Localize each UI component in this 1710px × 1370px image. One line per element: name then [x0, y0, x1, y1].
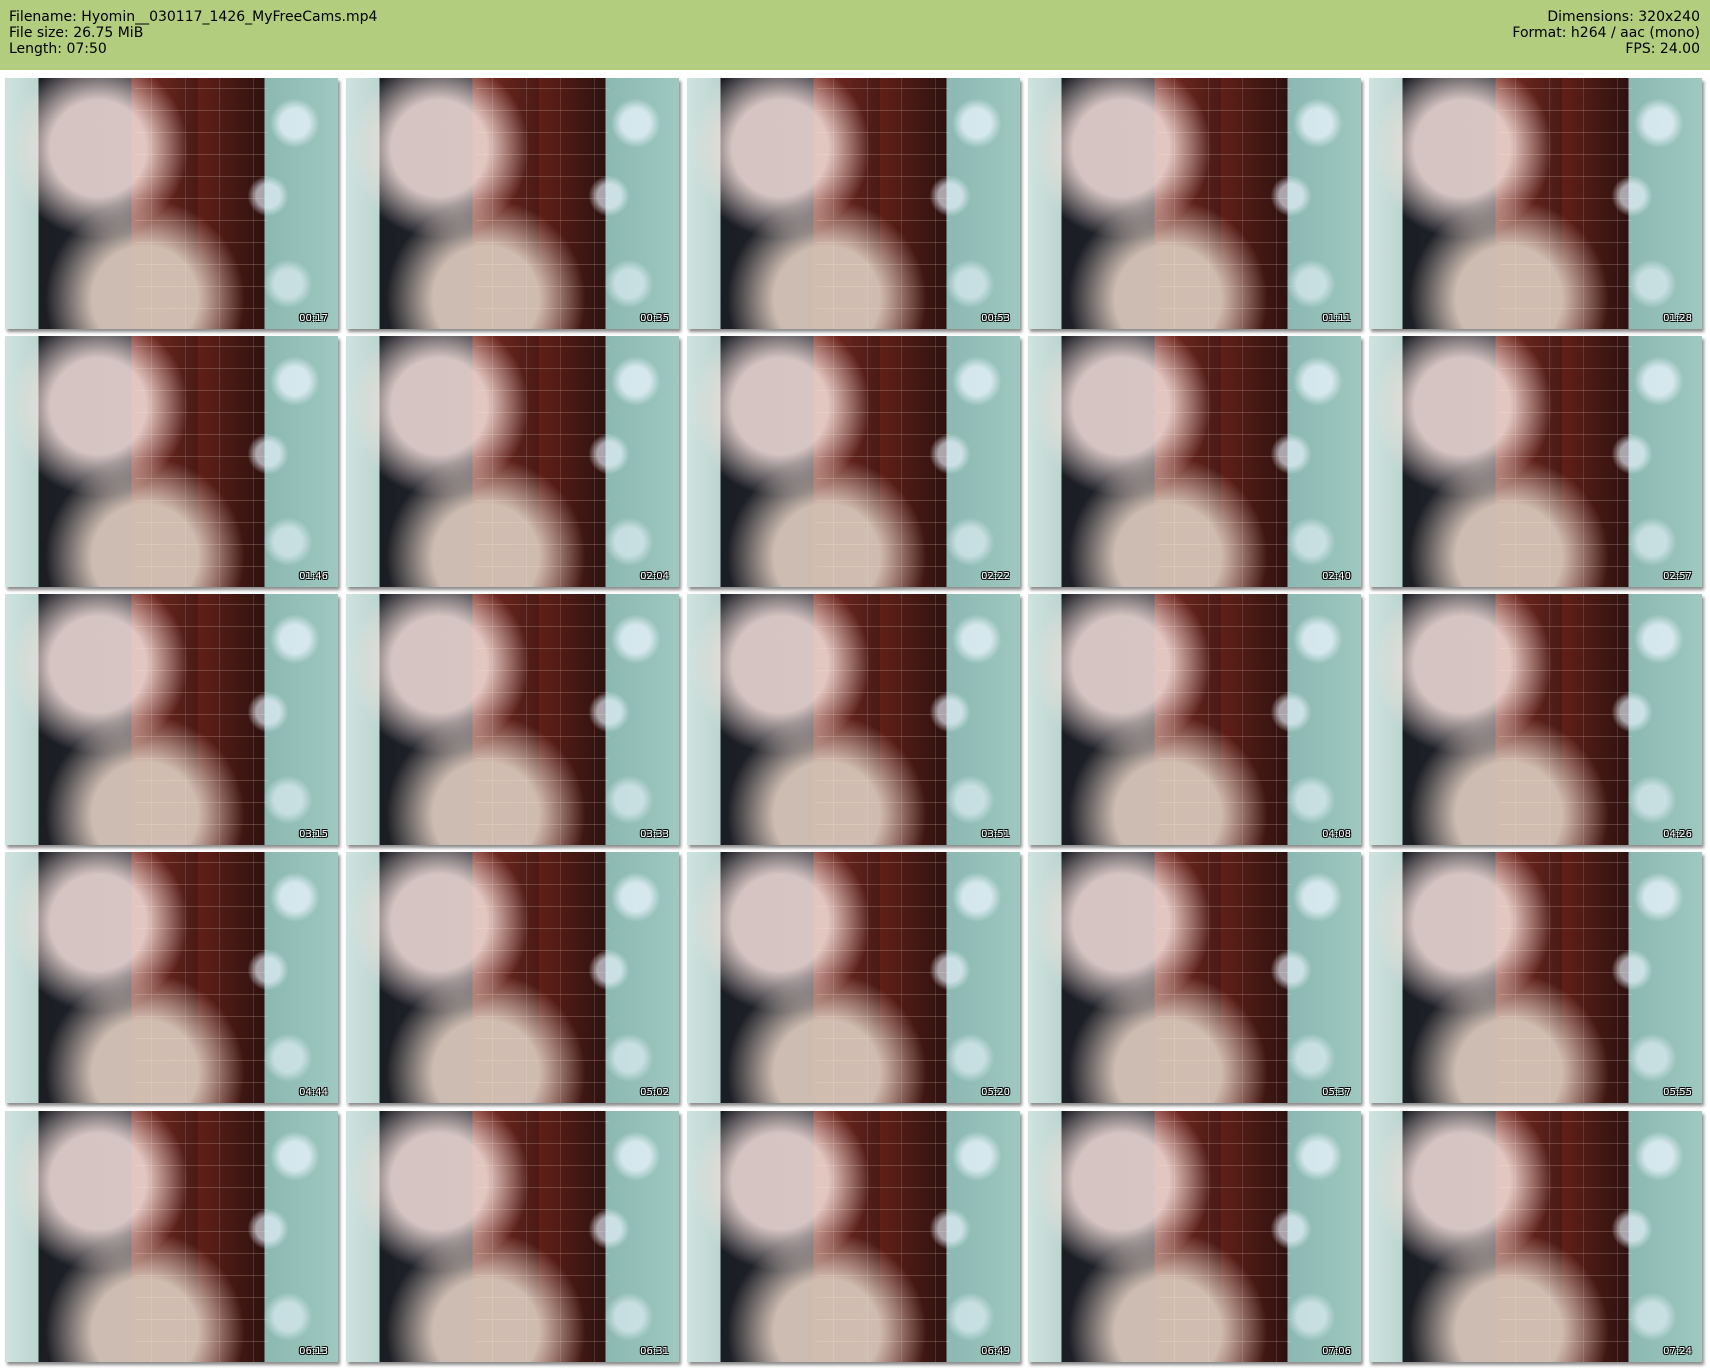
fps-label: FPS: 24.00	[1625, 41, 1700, 57]
file-info-left: Filename: Hyomin__030117_1426_MyFreeCams…	[9, 9, 377, 57]
thumbnail-timestamp: 00:35	[640, 313, 669, 324]
thumbnail-timestamp: 06:13	[299, 1346, 328, 1357]
video-thumbnail: 05:55	[1369, 852, 1702, 1103]
thumbnail-image	[687, 594, 1020, 845]
video-thumbnail: 01:11	[1028, 78, 1361, 329]
thumbnail-timestamp: 01:46	[299, 571, 328, 582]
thumbnail-image	[346, 594, 679, 845]
thumbnail-timestamp: 02:04	[640, 571, 669, 582]
thumbnail-timestamp: 06:31	[640, 1346, 669, 1357]
thumbnail-timestamp: 00:17	[299, 313, 328, 324]
video-thumbnail: 06:13	[5, 1111, 338, 1362]
thumbnail-image	[687, 852, 1020, 1103]
thumbnail-timestamp: 01:28	[1663, 313, 1692, 324]
video-thumbnail: 02:04	[346, 336, 679, 587]
file-info-right: Dimensions: 320x240 Format: h264 / aac (…	[1512, 9, 1700, 57]
length-label: Length: 07:50	[9, 41, 107, 57]
video-thumbnail: 02:40	[1028, 336, 1361, 587]
video-thumbnail: 07:06	[1028, 1111, 1361, 1362]
video-thumbnail: 05:37	[1028, 852, 1361, 1103]
thumbnail-timestamp: 07:06	[1322, 1346, 1351, 1357]
dimensions-label: Dimensions: 320x240	[1547, 9, 1700, 25]
thumbnail-timestamp: 04:08	[1322, 829, 1351, 840]
thumbnail-image	[1028, 78, 1361, 329]
thumbnail-image	[687, 78, 1020, 329]
thumbnail-timestamp: 05:20	[981, 1087, 1010, 1098]
thumbnail-image	[346, 336, 679, 587]
thumbnail-image	[5, 1111, 338, 1362]
thumbnail-timestamp: 04:26	[1663, 829, 1692, 840]
filename-label: Filename: Hyomin__030117_1426_MyFreeCams…	[9, 9, 378, 25]
video-thumbnail: 03:33	[346, 594, 679, 845]
thumbnail-image	[346, 78, 679, 329]
thumbnail-timestamp: 01:11	[1322, 313, 1351, 324]
thumbnail-image	[5, 78, 338, 329]
thumbnail-timestamp: 03:51	[981, 829, 1010, 840]
video-thumbnail: 01:46	[5, 336, 338, 587]
thumbnail-timestamp: 06:49	[981, 1346, 1010, 1357]
thumbnail-timestamp: 00:53	[981, 313, 1010, 324]
thumbnail-timestamp: 02:57	[1663, 571, 1692, 582]
video-thumbnail: 02:57	[1369, 336, 1702, 587]
thumbnail-timestamp: 05:02	[640, 1087, 669, 1098]
video-thumbnail: 04:26	[1369, 594, 1702, 845]
thumbnail-image	[1028, 594, 1361, 845]
format-label: Format: h264 / aac (mono)	[1512, 25, 1700, 41]
thumbnail-timestamp: 04:44	[299, 1087, 328, 1098]
thumbnail-timestamp: 03:33	[640, 829, 669, 840]
video-thumbnail: 00:17	[5, 78, 338, 329]
video-thumbnail: 01:28	[1369, 78, 1702, 329]
video-thumbnail: 03:51	[687, 594, 1020, 845]
thumbnail-image	[5, 336, 338, 587]
thumbnail-image	[1028, 336, 1361, 587]
video-thumbnail: 04:08	[1028, 594, 1361, 845]
thumbnail-timestamp: 02:22	[981, 571, 1010, 582]
thumbnail-grid: 00:17 00:35 00:53 01:11 01:28 01:46 02:0…	[0, 78, 1710, 1370]
video-thumbnail: 00:53	[687, 78, 1020, 329]
contact-sheet-header: Filename: Hyomin__030117_1426_MyFreeCams…	[0, 0, 1710, 70]
thumbnail-timestamp: 05:55	[1663, 1087, 1692, 1098]
video-thumbnail: 06:31	[346, 1111, 679, 1362]
video-thumbnail: 05:20	[687, 852, 1020, 1103]
thumbnail-image	[1369, 336, 1702, 587]
thumbnail-image	[1028, 1111, 1361, 1362]
thumbnail-timestamp: 02:40	[1322, 571, 1351, 582]
filesize-label: File size: 26.75 MiB	[9, 25, 144, 41]
video-thumbnail: 07:24	[1369, 1111, 1702, 1362]
video-thumbnail: 03:15	[5, 594, 338, 845]
thumbnail-image	[346, 1111, 679, 1362]
thumbnail-image	[1028, 852, 1361, 1103]
thumbnail-image	[1369, 1111, 1702, 1362]
thumbnail-image	[5, 852, 338, 1103]
video-thumbnail: 02:22	[687, 336, 1020, 587]
thumbnail-image	[1369, 594, 1702, 845]
video-thumbnail: 00:35	[346, 78, 679, 329]
thumbnail-timestamp: 03:15	[299, 829, 328, 840]
thumbnail-image	[1369, 78, 1702, 329]
video-thumbnail: 05:02	[346, 852, 679, 1103]
thumbnail-image	[1369, 852, 1702, 1103]
thumbnail-image	[687, 1111, 1020, 1362]
thumbnail-image	[5, 594, 338, 845]
thumbnail-timestamp: 05:37	[1322, 1087, 1351, 1098]
video-thumbnail: 06:49	[687, 1111, 1020, 1362]
video-thumbnail: 04:44	[5, 852, 338, 1103]
thumbnail-image	[687, 336, 1020, 587]
thumbnail-image	[346, 852, 679, 1103]
thumbnail-timestamp: 07:24	[1663, 1346, 1692, 1357]
